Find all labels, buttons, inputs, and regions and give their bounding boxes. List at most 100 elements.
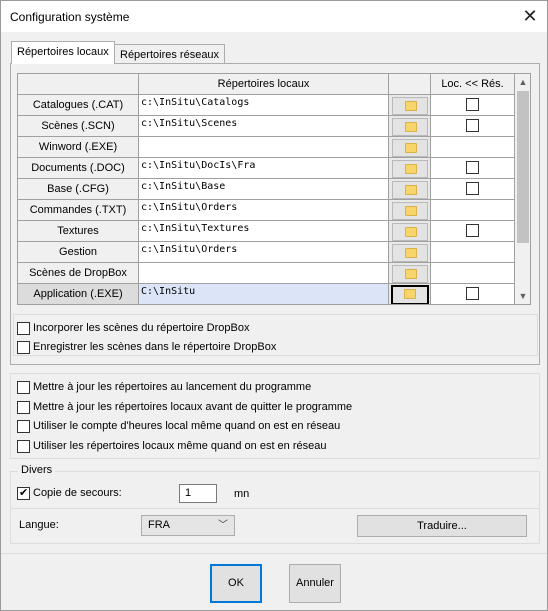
browse-folder-button[interactable]	[392, 202, 428, 220]
checkbox-box[interactable]	[17, 439, 30, 453]
checkbox-box[interactable]	[17, 380, 30, 394]
scroll-thumb[interactable]	[517, 91, 529, 243]
folder-icon	[405, 101, 417, 111]
browse-folder-button[interactable]	[392, 97, 428, 115]
browse-folder-button[interactable]	[392, 118, 428, 136]
ok-button[interactable]: OK	[210, 564, 262, 603]
folder-icon	[405, 227, 417, 237]
close-icon[interactable]: ✕	[513, 1, 547, 32]
browse-cell	[389, 221, 431, 242]
directories-grid: Répertoires locaux Loc. << Rés. Catalogu…	[17, 73, 531, 305]
checkbox-box[interactable]	[17, 419, 30, 433]
browse-cell	[389, 179, 431, 200]
update-before-quit-checkbox[interactable]: Mettre à jour les répertoires locaux ava…	[17, 399, 352, 415]
loc-res-cell	[431, 116, 515, 137]
backup-copy-checkbox[interactable]: Copie de secours:	[17, 485, 122, 501]
folder-icon	[405, 206, 417, 216]
row-header: Scènes (.SCN)	[18, 116, 139, 137]
footer-separator	[1, 553, 547, 554]
loc-res-cell	[431, 137, 515, 158]
checkbox-label: Incorporer les scènes du répertoire Drop…	[33, 322, 250, 334]
scroll-down-icon[interactable]: ▼	[515, 288, 530, 304]
folder-icon	[405, 269, 417, 279]
loc-res-checkbox[interactable]	[466, 161, 479, 174]
checkbox-box[interactable]	[17, 486, 30, 500]
loc-res-checkbox[interactable]	[466, 98, 479, 111]
local-hours-counter-checkbox[interactable]: Utiliser le compte d'heures local même q…	[17, 418, 340, 434]
browse-folder-button[interactable]	[392, 160, 428, 178]
update-on-launch-checkbox[interactable]: Mettre à jour les répertoires au lanceme…	[17, 379, 311, 395]
loc-res-cell	[431, 179, 515, 200]
save-dropbox-checkbox[interactable]: Enregistrer les scènes dans le répertoir…	[17, 339, 276, 355]
checkbox-label: Mettre à jour les répertoires au lanceme…	[33, 381, 312, 393]
grid-header-browse	[389, 74, 431, 95]
loc-res-cell	[431, 242, 515, 263]
scroll-up-icon[interactable]: ▲	[515, 74, 530, 90]
row-header: Documents (.DOC)	[18, 158, 139, 179]
directory-path-field[interactable]	[139, 263, 389, 284]
incorporate-dropbox-checkbox[interactable]: Incorporer les scènes du répertoire Drop…	[17, 320, 249, 336]
folder-icon	[405, 248, 417, 258]
loc-res-cell	[431, 95, 515, 116]
browse-folder-button[interactable]	[392, 244, 428, 262]
directory-path-field[interactable]: c:\InSitu\Base	[139, 179, 389, 200]
tab-local-directories[interactable]: Répertoires locaux	[11, 41, 115, 64]
title-bar: Configuration système ✕	[1, 1, 547, 32]
browse-folder-button[interactable]	[391, 285, 429, 304]
loc-res-cell	[431, 221, 515, 242]
row-header: Commandes (.TXT)	[18, 200, 139, 221]
loc-res-cell	[431, 284, 515, 304]
language-value: FRA	[148, 519, 170, 531]
row-header: Catalogues (.CAT)	[18, 95, 139, 116]
browse-cell	[389, 95, 431, 116]
folder-icon	[405, 185, 417, 195]
config-dialog: Configuration système ✕ Répertoires loca…	[0, 0, 548, 611]
loc-res-checkbox[interactable]	[466, 119, 479, 132]
window-title: Configuration système	[10, 10, 130, 24]
browse-cell	[389, 284, 431, 304]
loc-res-cell	[431, 200, 515, 221]
directory-path-field[interactable]: c:\InSitu\Catalogs	[139, 95, 389, 116]
browse-folder-button[interactable]	[392, 265, 428, 283]
checkbox-box[interactable]	[17, 340, 30, 354]
checkbox-label: Copie de secours:	[33, 487, 122, 499]
directory-path-field[interactable]: c:\InSitu\Scenes	[139, 116, 389, 137]
grid-header-directories: Répertoires locaux	[139, 74, 389, 95]
checkbox-box[interactable]	[17, 400, 30, 414]
checkbox-label: Enregistrer les scènes dans le répertoir…	[33, 341, 277, 353]
directory-path-field[interactable]: c:\InSitu\Orders	[139, 200, 389, 221]
directory-path-field[interactable]: c:\InSitu\Orders	[139, 242, 389, 263]
tab-network-directories[interactable]: Répertoires réseaux	[114, 44, 226, 65]
checkbox-label: Utiliser le compte d'heures local même q…	[33, 420, 341, 432]
backup-interval-input[interactable]: 1	[179, 484, 217, 503]
directory-path-field[interactable]: C:\InSitu	[139, 284, 389, 304]
directory-path-field[interactable]	[139, 137, 389, 158]
loc-res-cell	[431, 263, 515, 284]
grid-header-loc-res: Loc. << Rés.	[431, 74, 515, 95]
browse-cell	[389, 158, 431, 179]
language-select[interactable]: FRA ﹀	[141, 515, 235, 536]
row-header: Textures	[18, 221, 139, 242]
directory-path-field[interactable]: c:\InSitu\DocIs\Fra	[139, 158, 389, 179]
row-header: Gestion	[18, 242, 139, 263]
browse-cell	[389, 137, 431, 158]
folder-icon	[404, 289, 416, 299]
use-local-dirs-network-checkbox[interactable]: Utiliser les répertoires locaux même qua…	[17, 438, 326, 454]
row-header: Base (.CFG)	[18, 179, 139, 200]
cancel-button[interactable]: Annuler	[289, 564, 341, 603]
row-header: Scènes de DropBox	[18, 263, 139, 284]
translate-button[interactable]: Traduire...	[357, 515, 527, 537]
loc-res-checkbox[interactable]	[466, 182, 479, 195]
loc-res-checkbox[interactable]	[466, 287, 479, 300]
checkbox-box[interactable]	[17, 321, 30, 335]
folder-icon	[405, 122, 417, 132]
language-label: Langue:	[19, 519, 59, 531]
browse-folder-button[interactable]	[392, 139, 428, 157]
loc-res-checkbox[interactable]	[466, 224, 479, 237]
browse-folder-button[interactable]	[392, 181, 428, 199]
grid-corner-header	[18, 74, 139, 95]
browse-cell	[389, 242, 431, 263]
browse-folder-button[interactable]	[392, 223, 428, 241]
directory-path-field[interactable]: c:\InSitu\Textures	[139, 221, 389, 242]
grid-vertical-scrollbar[interactable]: ▲ ▼	[515, 74, 530, 304]
